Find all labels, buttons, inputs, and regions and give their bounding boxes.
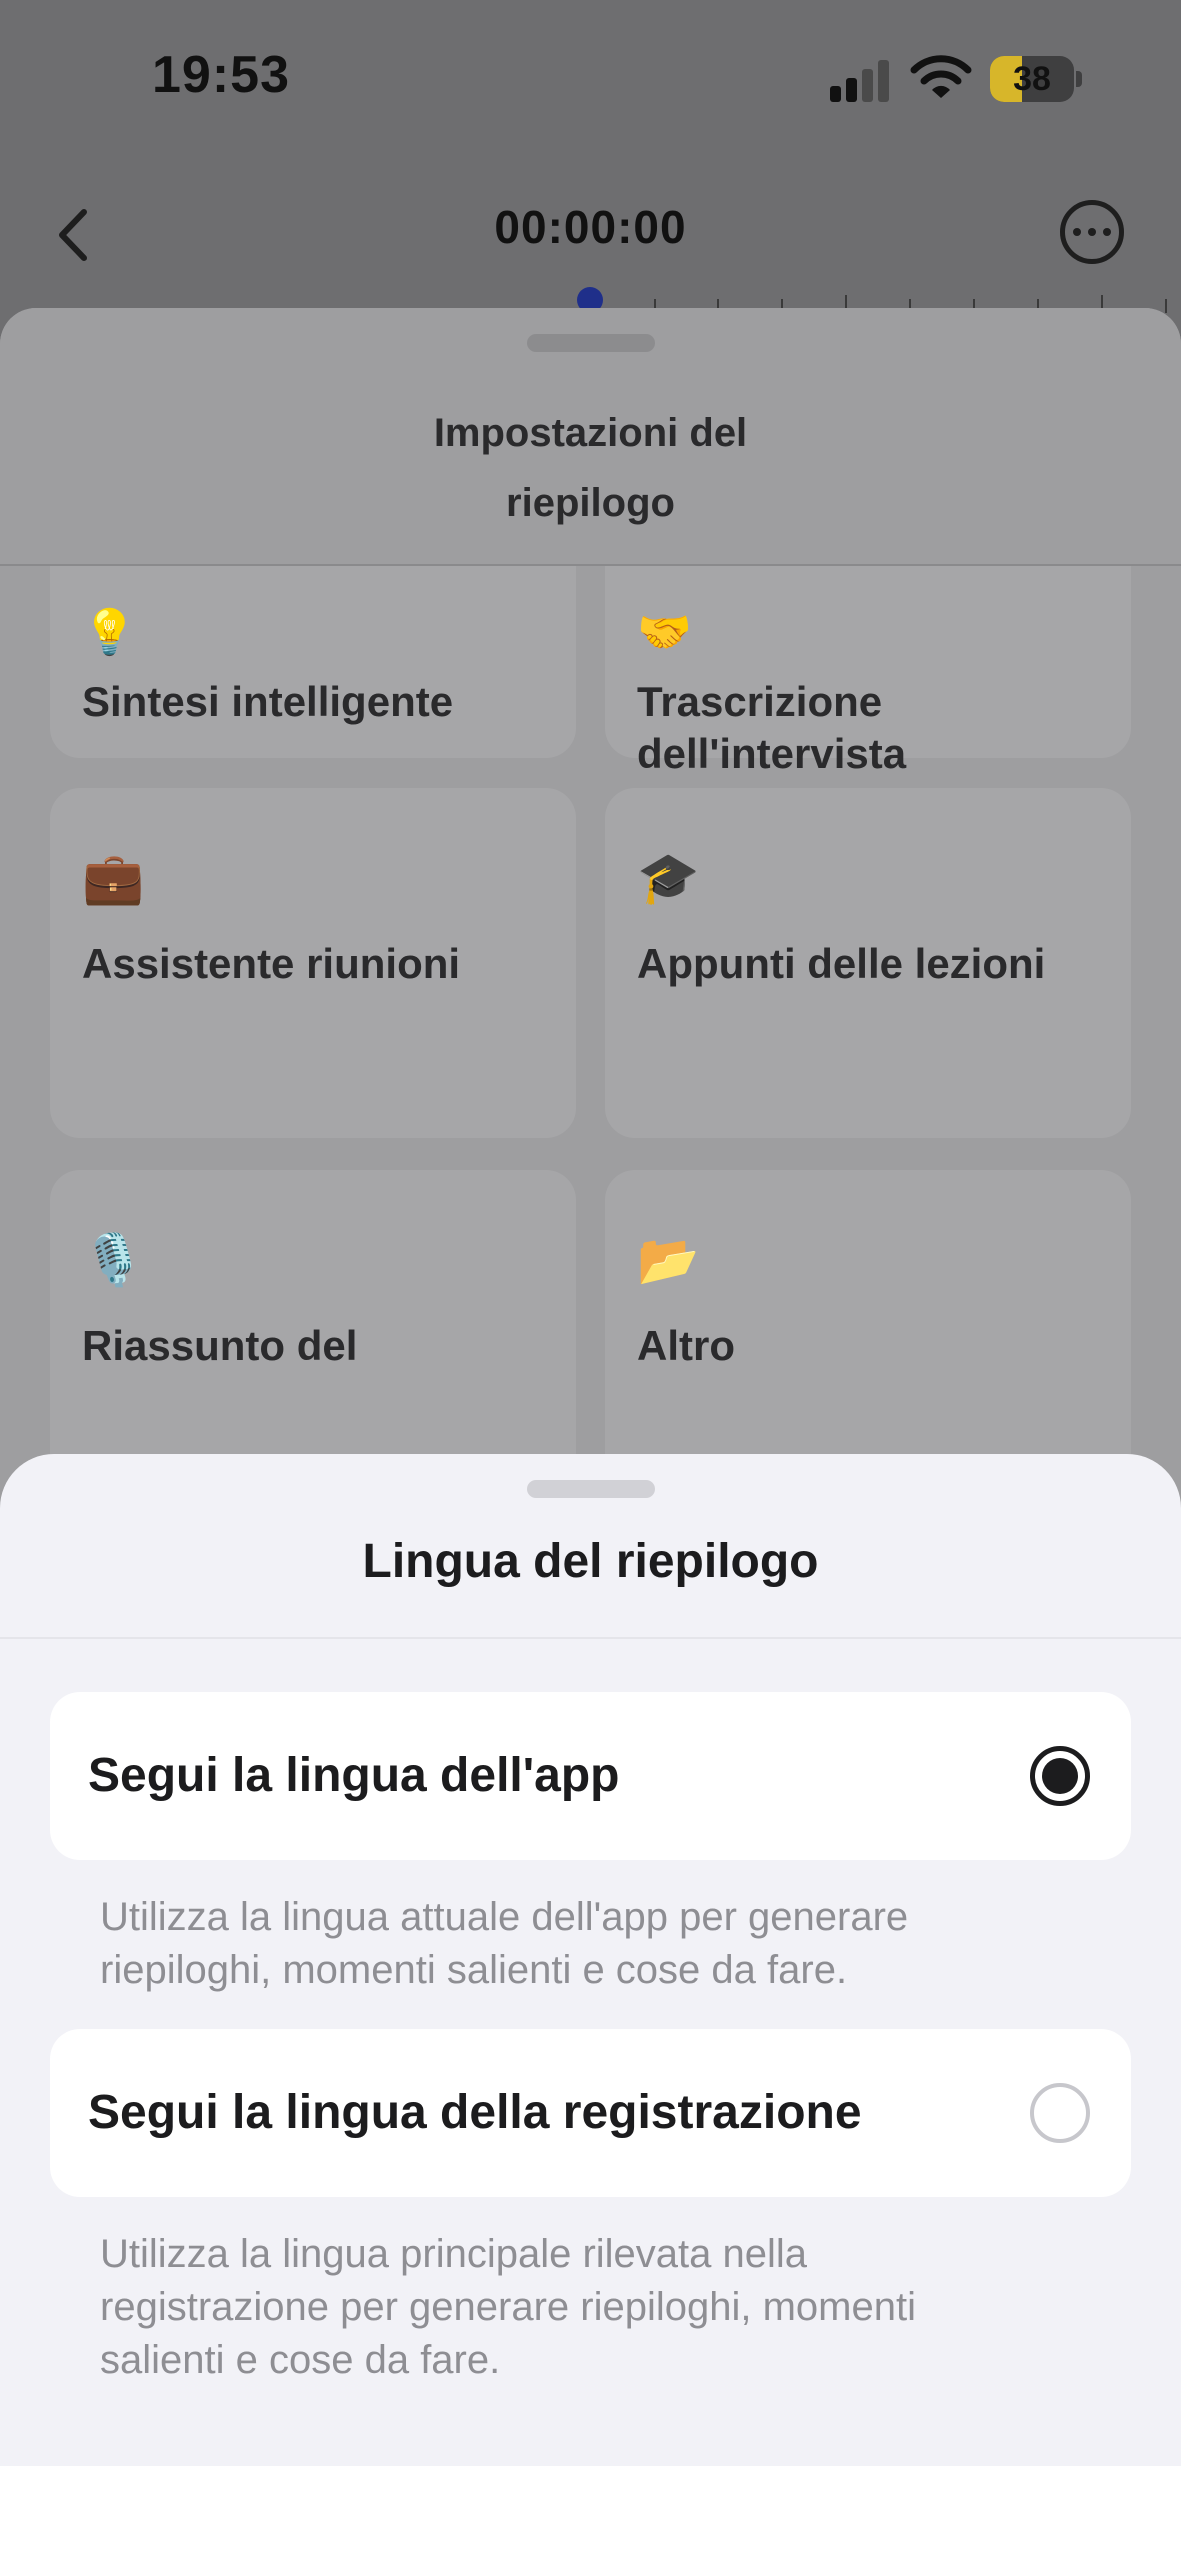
cellular-signal-icon [830,56,892,102]
summary-settings-sheet: Impostazioni del riepilogo 💡 Sintesi int… [0,308,1181,1608]
template-card-label: Sintesi intelligente [82,678,454,725]
battery-level: 38 [1013,60,1051,98]
option-label: Segui la lingua dell'app [88,1749,620,1802]
sheet-grabber[interactable] [527,1480,655,1498]
option-app-language[interactable]: Segui la lingua dell'app [50,1692,1131,1860]
wifi-icon [910,52,972,102]
lightbulb-icon: 💡 [82,608,137,657]
handshake-icon: 🤝 [637,608,692,657]
radio-unselected-icon[interactable] [1030,2083,1090,2143]
option-label: Segui la lingua della registrazione [88,2086,862,2139]
template-card-label: Assistente riunioni [82,940,461,987]
home-indicator-area [0,2466,1181,2560]
recording-header: 00:00:00 [0,170,1181,300]
status-bar: 19:53 38 [0,0,1181,160]
microphone-icon: 🎙️ [82,1232,145,1288]
briefcase-icon: 💼 [82,850,145,906]
option-recording-language[interactable]: Segui la lingua della registrazione [50,2029,1131,2197]
summary-language-sheet: Lingua del riepilogo Segui la lingua del… [0,1454,1181,2466]
template-card-meeting-assistant[interactable]: 💼 Assistente riunioni [50,788,576,1138]
template-card-lecture-notes[interactable]: 🎓 Appunti delle lezioni [605,788,1131,1138]
option-description: Utilizza la lingua attuale dell'app per … [100,1895,909,1992]
sheet-title: Lingua del riepilogo [362,1535,819,1588]
template-card-label: Altro [637,1322,735,1369]
recording-timer: 00:00:00 [494,201,687,253]
summary-settings-title: Impostazioni del riepilogo [433,411,748,525]
ellipsis-circle-icon [1073,228,1081,236]
radio-selected-icon[interactable] [1030,1746,1090,1806]
divider [0,1637,1181,1639]
battery-icon: 38 [990,56,1082,102]
summary-settings-header: Impostazioni del riepilogo [0,308,1181,566]
status-time: 19:53 [152,46,290,104]
template-card-label: Riassunto del [82,1322,358,1369]
template-card-label: Appunti delle lezioni [637,940,1046,987]
template-grid: 💡 Sintesi intelligente 🤝 Trascrizione de… [0,408,1181,1608]
folder-icon: 📂 [637,1232,700,1288]
sheet-grabber[interactable] [527,334,655,352]
graduation-cap-icon: 🎓 [637,850,700,906]
option-description: Utilizza la lingua principale rilevata n… [100,2232,916,2382]
more-options-button[interactable] [1060,200,1124,264]
template-card-label: Trascrizione dell'intervista [637,678,907,777]
